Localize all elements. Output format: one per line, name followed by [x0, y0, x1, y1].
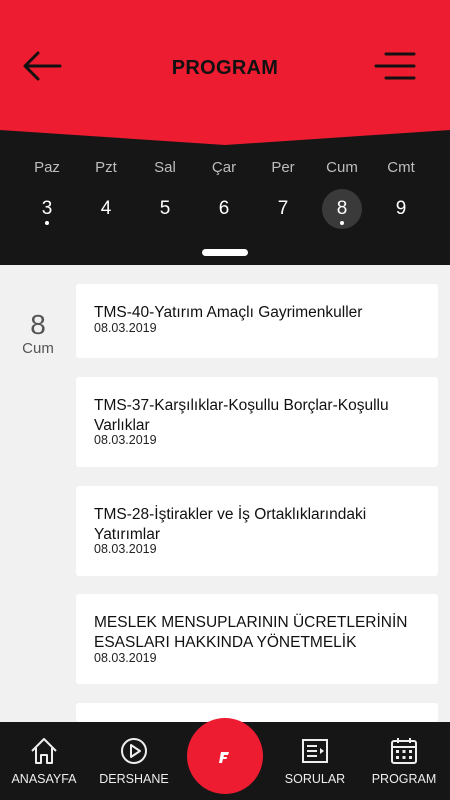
center-action-button[interactable]	[187, 718, 263, 794]
selected-day-number: 8	[30, 309, 46, 340]
day-number: 9	[395, 198, 407, 219]
menu-icon	[374, 52, 416, 80]
day-name: Cum	[326, 159, 358, 176]
event-dot	[45, 221, 49, 225]
questions-icon	[302, 739, 328, 763]
day-name: Sal	[154, 159, 176, 176]
event-card[interactable]: MESLEK MENSUPLARININ ÜCRETLERİNİN ESASLA…	[76, 594, 438, 684]
event-title: TMS-40-Yatırım Amaçlı Gayrimenkuller	[94, 304, 363, 321]
day-number: 6	[218, 198, 230, 219]
event-title: TMS-28-İştirakler ve İş Ortaklıklarındak…	[94, 506, 367, 543]
day-saturday[interactable]: Cmt 9	[372, 145, 430, 255]
event-dot	[340, 221, 344, 225]
event-card[interactable]: TMS-28-İştirakler ve İş Ortaklıklarındak…	[76, 486, 438, 576]
day-number: 4	[100, 198, 112, 219]
nav-sorular[interactable]: SORULAR	[275, 722, 355, 800]
event-title: TMS-37-Karşılıklar-Koşullu Borçlar-Koşul…	[94, 397, 389, 434]
day-sunday[interactable]: Paz 3	[18, 145, 76, 255]
day-name: Pzt	[95, 159, 117, 176]
event-date: 08.03.2019	[94, 433, 157, 447]
day-name: Çar	[211, 159, 237, 176]
day-name: Paz	[34, 159, 60, 176]
day-wednesday[interactable]: Çar 6	[195, 145, 253, 255]
day-friday[interactable]: Cum 8	[313, 145, 371, 255]
week-calendar: Paz 3 Pzt 4 Sal 5 Çar 6 Per 7 Cum 8 Cmt …	[0, 145, 450, 265]
event-title: MESLEK MENSUPLARININ ÜCRETLERİNİN ESASLA…	[94, 614, 408, 651]
event-card[interactable]: TMS-40-Yatırım Amaçlı Gayrimenkuller 08.…	[76, 284, 438, 358]
selected-day-name: Cum	[22, 340, 54, 357]
day-name: Per	[271, 159, 295, 176]
nav-sorular-label: SORULAR	[284, 772, 346, 786]
day-monday[interactable]: Pzt 4	[77, 145, 135, 255]
nav-dershane[interactable]: DERSHANE	[94, 722, 174, 800]
home-icon	[31, 738, 57, 764]
day-number: 7	[277, 198, 289, 219]
event-date: 08.03.2019	[94, 321, 157, 335]
calendar-icon	[391, 738, 417, 764]
nav-home[interactable]: ANASAYFA	[4, 722, 84, 800]
event-date: 08.03.2019	[94, 651, 157, 665]
header: PROGRAM	[0, 0, 450, 145]
brand-logo-icon	[219, 752, 229, 763]
event-card[interactable]: TMS-37-Karşılıklar-Koşullu Borçlar-Koşul…	[76, 377, 438, 467]
nav-home-label: ANASAYFA	[11, 772, 77, 786]
drag-handle[interactable]	[202, 249, 248, 256]
play-circle-icon	[121, 738, 147, 764]
event-date: 08.03.2019	[94, 542, 157, 556]
day-tuesday[interactable]: Sal 5	[136, 145, 194, 255]
menu-button[interactable]	[372, 48, 418, 84]
day-thursday[interactable]: Per 7	[254, 145, 312, 255]
day-name: Cmt	[387, 159, 415, 176]
day-number: 5	[159, 198, 171, 219]
selected-date: 8 Cum	[16, 309, 60, 358]
nav-dershane-label: DERSHANE	[99, 772, 169, 786]
nav-program-label: PROGRAM	[371, 772, 437, 786]
nav-program[interactable]: PROGRAM	[364, 722, 444, 800]
